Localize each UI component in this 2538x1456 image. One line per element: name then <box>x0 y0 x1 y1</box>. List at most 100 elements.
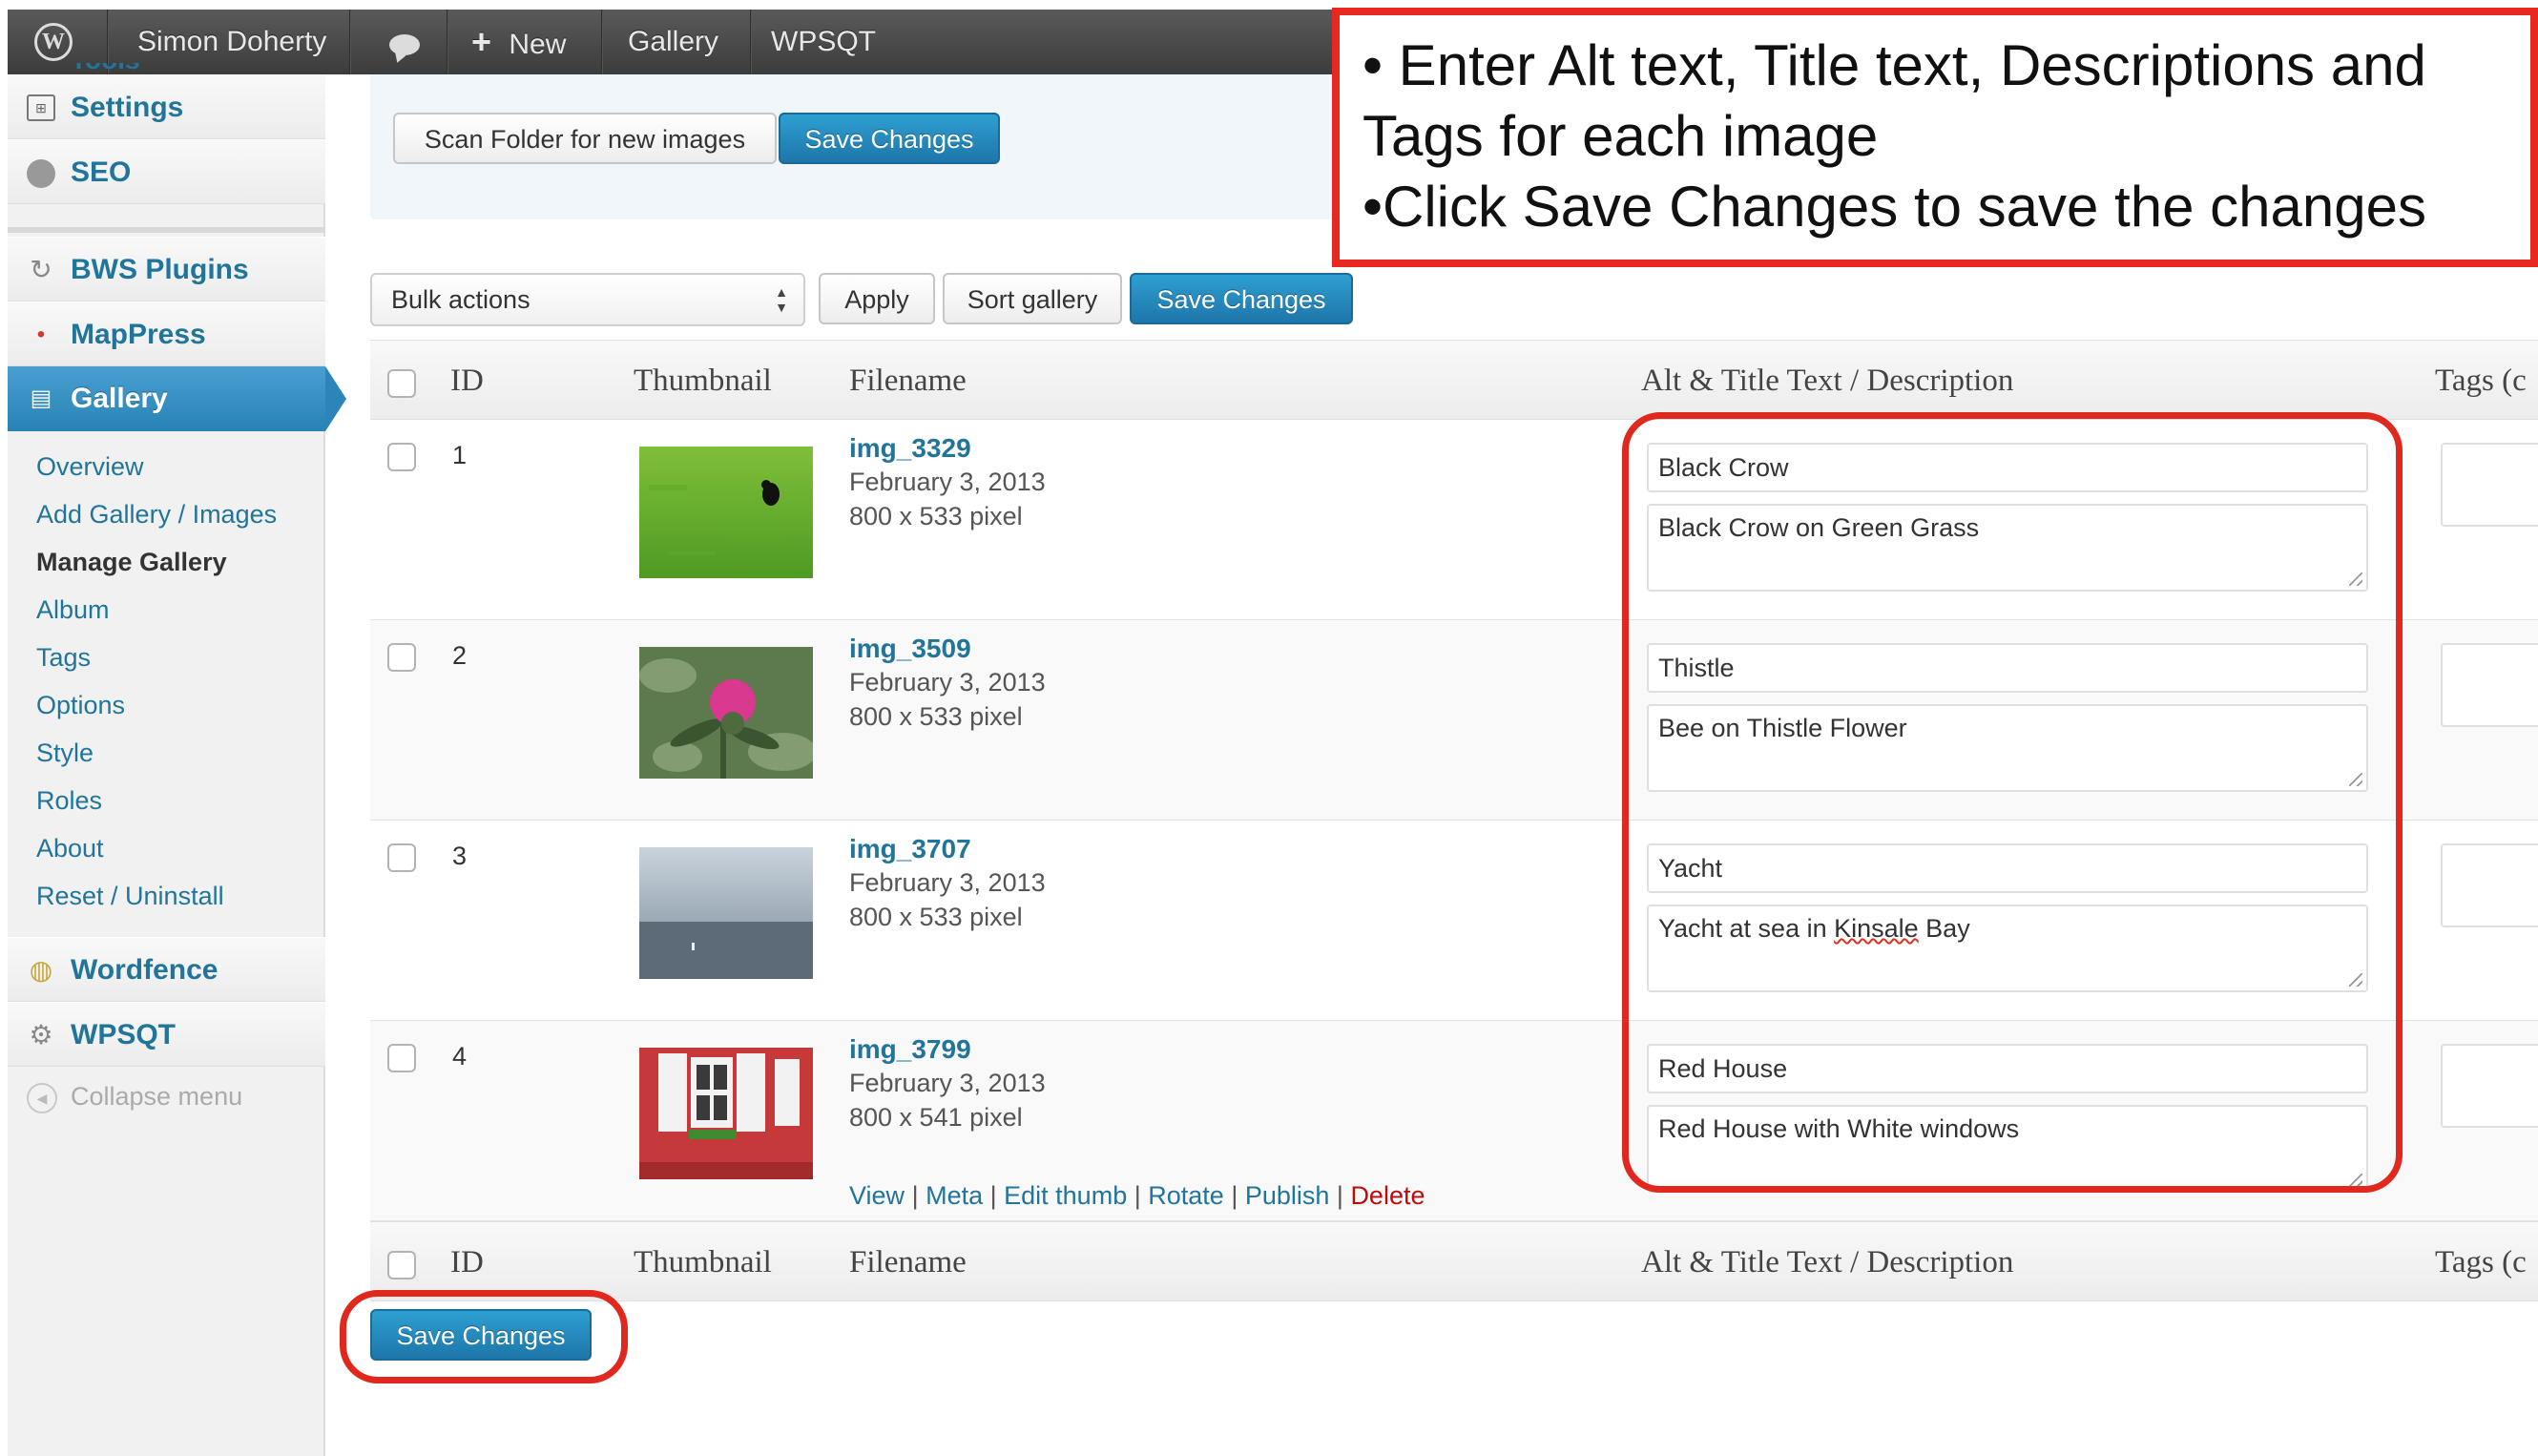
submenu-manage-gallery[interactable]: Manage Gallery <box>36 548 227 577</box>
submenu-reset-uninstall[interactable]: Reset / Uninstall <box>36 882 224 911</box>
instruction-line-2: Tags for each image <box>1363 104 1879 168</box>
filename-link[interactable]: img_3707 <box>849 834 971 864</box>
tags-input[interactable] <box>2441 643 2538 727</box>
row-checkbox[interactable] <box>387 443 416 471</box>
action-separator: | <box>911 1181 926 1210</box>
instruction-line-3: •Click Save Changes to save the changes <box>1363 175 2426 239</box>
separator <box>750 10 752 74</box>
sidebar-item-label: Gallery <box>71 383 168 414</box>
filename-link[interactable]: img_3509 <box>849 634 971 664</box>
row-actions: View | Meta | Edit thumb | Rotate | Publ… <box>849 1181 1425 1211</box>
plus-icon: + <box>471 22 492 61</box>
thumbnail-crow-image[interactable] <box>639 447 813 578</box>
column-filename: Filename <box>849 1245 967 1279</box>
new-label: New <box>509 29 567 60</box>
select-all-checkbox[interactable] <box>387 1251 416 1279</box>
sidebar-item-bws-plugins[interactable]: ↻ BWS Plugins <box>8 237 325 302</box>
column-filename: Filename <box>849 364 967 398</box>
action-publish-link[interactable]: Publish <box>1245 1181 1330 1210</box>
menu-separator <box>8 227 325 233</box>
file-date: February 3, 2013 <box>849 868 1046 897</box>
separator <box>601 10 603 74</box>
filename-link[interactable]: img_3799 <box>849 1034 971 1065</box>
submenu-options[interactable]: Options <box>36 691 125 720</box>
action-separator: | <box>1134 1181 1149 1210</box>
submenu-add-gallery-images[interactable]: Add Gallery / Images <box>36 500 277 530</box>
admin-sidebar: Tools ⊞ Settings SEO ↻ BWS Plugins • Map… <box>8 63 346 1456</box>
submenu-roles[interactable]: Roles <box>36 786 102 816</box>
column-tags: Tags (c <box>2435 1245 2527 1279</box>
column-alt-title-description: Alt & Title Text / Description <box>1641 1245 2014 1279</box>
file-dimensions: 800 x 533 pixel <box>849 702 1023 731</box>
collapse-icon: ◀ <box>27 1082 57 1113</box>
separator <box>349 10 351 74</box>
file-date: February 3, 2013 <box>849 468 1046 496</box>
thumbnail-red-house-image[interactable] <box>639 1048 813 1179</box>
thumbnail-thistle-image[interactable] <box>639 647 813 779</box>
separator <box>447 10 448 74</box>
action-delete-link[interactable]: Delete <box>1350 1181 1425 1210</box>
tags-input[interactable] <box>2441 1044 2538 1128</box>
action-separator: | <box>1336 1181 1351 1210</box>
submenu-album[interactable]: Album <box>36 595 110 625</box>
row-id: 4 <box>452 1042 468 1071</box>
instruction-line-1: • Enter Alt text, Title text, Descriptio… <box>1363 33 2426 97</box>
gear-icon: ⚙ <box>29 1020 53 1050</box>
collapse-menu[interactable]: ◀ Collapse menu <box>27 1082 242 1113</box>
admin-bar-new[interactable]: + New <box>471 10 566 74</box>
action-edit-thumb-link[interactable]: Edit thumb <box>1004 1181 1127 1210</box>
comments-icon[interactable] <box>389 34 420 55</box>
sidebar-item-label: SEO <box>71 156 132 188</box>
file-dimensions: 800 x 533 pixel <box>849 502 1023 530</box>
bws-plugins-icon: ↻ <box>30 255 52 284</box>
admin-bar-gallery[interactable]: Gallery <box>628 10 718 74</box>
instruction-callout: • Enter Alt text, Title text, Descriptio… <box>1332 8 2538 267</box>
file-dimensions: 800 x 541 pixel <box>849 1103 1023 1132</box>
table-header: ID Thumbnail Filename Alt & Title Text /… <box>370 340 2538 420</box>
apply-button[interactable]: Apply <box>819 273 935 324</box>
column-id: ID <box>450 364 484 398</box>
save-changes-top-button[interactable]: Save Changes <box>779 113 1000 164</box>
sidebar-item-label: Tools <box>71 63 140 74</box>
column-thumbnail: Thumbnail <box>634 1245 772 1279</box>
file-dimensions: 800 x 533 pixel <box>849 903 1023 931</box>
submenu-style[interactable]: Style <box>36 738 94 768</box>
admin-bar-wpsqt[interactable]: WPSQT <box>771 10 876 74</box>
tags-input[interactable] <box>2441 843 2538 927</box>
filename-link[interactable]: img_3329 <box>849 433 971 464</box>
thumbnail-yacht-image[interactable] <box>639 847 813 979</box>
action-separator: | <box>1231 1181 1245 1210</box>
select-all-checkbox[interactable] <box>387 369 416 398</box>
row-checkbox[interactable] <box>387 843 416 872</box>
bulk-actions-select[interactable]: Bulk actions ▲ ▼ <box>370 273 805 326</box>
submenu-tags[interactable]: Tags <box>36 643 91 673</box>
column-alt-title-description: Alt & Title Text / Description <box>1641 364 2014 398</box>
wordfence-icon: ◍ <box>29 955 53 985</box>
action-meta-link[interactable]: Meta <box>926 1181 983 1210</box>
sidebar-item-seo[interactable]: SEO <box>8 139 325 204</box>
row-checkbox[interactable] <box>387 643 416 672</box>
submenu-about[interactable]: About <box>36 834 104 863</box>
action-rotate-link[interactable]: Rotate <box>1148 1181 1224 1210</box>
gallery-options-panel: Scan Folder for new images Save Changes <box>370 74 1343 219</box>
sidebar-item-gallery[interactable]: ▤ Gallery <box>8 366 346 431</box>
wordpress-logo-icon[interactable]: W <box>34 23 73 61</box>
sidebar-item-label: Wordfence <box>71 954 218 986</box>
submenu-overview[interactable]: Overview <box>36 452 144 482</box>
save-changes-toolbar-button[interactable]: Save Changes <box>1130 273 1353 324</box>
sidebar-item-wordfence[interactable]: ◍ Wordfence <box>8 937 325 1002</box>
sidebar-item-label: BWS Plugins <box>71 254 249 285</box>
sidebar-item-label: MapPress <box>71 319 206 350</box>
tags-input[interactable] <box>2441 443 2538 527</box>
sidebar-item-wpsqt[interactable]: ⚙ WPSQT <box>8 1002 325 1067</box>
seo-icon <box>27 159 55 188</box>
current-menu-arrow <box>325 366 346 431</box>
action-view-link[interactable]: View <box>849 1181 905 1210</box>
sidebar-item-mappress[interactable]: • MapPress <box>8 302 325 366</box>
file-date: February 3, 2013 <box>849 1069 1046 1097</box>
row-checkbox[interactable] <box>387 1044 416 1072</box>
sort-gallery-button[interactable]: Sort gallery <box>943 273 1122 324</box>
select-arrows-icon: ▲ ▼ <box>775 284 788 315</box>
scan-folder-button[interactable]: Scan Folder for new images <box>393 113 777 164</box>
sidebar-item-settings[interactable]: ⊞ Settings <box>8 74 325 139</box>
